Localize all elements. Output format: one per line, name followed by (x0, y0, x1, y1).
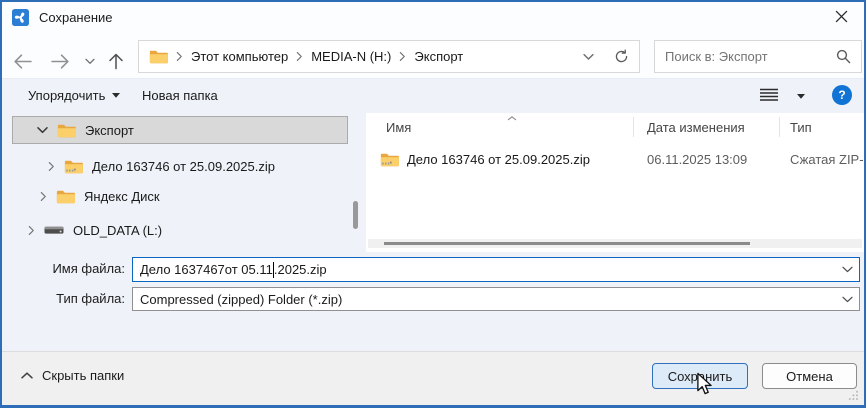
resize-grip-icon[interactable] (848, 390, 859, 401)
breadcrumb-item-drive[interactable]: MEDIA-N (H:) (311, 49, 391, 64)
file-list: Имя Дата изменения Тип Дело 163746 от 25… (366, 113, 864, 252)
filename-input[interactable]: Дело 1637467от 05.11 .2025.zip (132, 257, 860, 282)
column-header-modified[interactable]: Дата изменения (647, 120, 745, 135)
tree-item-label: Дело 163746 от 25.09.2025.zip (92, 159, 275, 174)
new-folder-button[interactable]: Новая папка (136, 79, 224, 111)
hard-drive-icon (44, 224, 64, 236)
folder-icon (57, 123, 76, 138)
back-icon (13, 53, 32, 70)
filename-label: Имя файла: (30, 261, 125, 276)
tree-item-label: Экспорт (85, 123, 134, 138)
back-button[interactable] (10, 51, 34, 71)
forward-button[interactable] (48, 51, 72, 71)
breadcrumb-item-this-pc[interactable]: Этот компьютер (191, 49, 288, 64)
file-type: Сжатая ZIP-папка (790, 152, 866, 167)
chevron-right-icon[interactable] (48, 161, 55, 172)
view-details-icon (760, 88, 778, 102)
save-button[interactable]: Сохранить (652, 363, 748, 389)
save-dialog-window: Сохранение Этот компьютер MEDIA-N (H:) Э… (0, 0, 866, 408)
column-header-name[interactable]: Имя (386, 120, 411, 135)
file-modified-date: 06.11.2025 13:09 (647, 152, 747, 167)
window-title: Сохранение (39, 10, 113, 25)
dialog-footer: Скрыть папки Сохранить Отмена (2, 351, 864, 405)
search-icon (836, 49, 851, 64)
chevron-down-icon (85, 58, 95, 65)
help-icon: ? (838, 88, 845, 102)
close-icon (835, 10, 848, 23)
new-folder-label: Новая папка (142, 88, 218, 103)
filename-text-before-caret: Дело 1637467от 05.11 (140, 262, 273, 277)
organize-label: Упорядочить (28, 88, 105, 103)
view-mode-dropdown-button[interactable] (791, 92, 811, 100)
column-header-type[interactable]: Тип (790, 120, 812, 135)
folder-icon (149, 49, 168, 64)
chevron-right-icon (176, 51, 183, 62)
caret-down-icon (112, 93, 120, 98)
breadcrumb-item-export[interactable]: Экспорт (414, 49, 463, 64)
filetype-select[interactable]: Compressed (zipped) Folder (*.zip) (132, 287, 860, 311)
file-list-scrollbar-thumb[interactable] (384, 242, 750, 245)
filename-text-after-caret: .2025.zip (274, 262, 327, 277)
search-input[interactable]: Поиск в: Экспорт (654, 40, 862, 73)
filetype-label: Тип файла: (30, 291, 125, 306)
forward-icon (51, 53, 70, 70)
tree-scrollbar-thumb[interactable] (353, 201, 358, 229)
address-bar[interactable]: Этот компьютер MEDIA-N (H:) Экспорт (138, 40, 640, 73)
caret-down-icon (797, 94, 805, 99)
hide-folders-chevron-icon (21, 372, 33, 379)
cancel-button[interactable]: Отмена (762, 363, 857, 389)
command-toolbar: Упорядочить Новая папка ? (2, 79, 864, 111)
file-name: Дело 163746 от 25.09.2025.zip (407, 152, 590, 167)
dialog-body: Упорядочить Новая папка ? Экспорт (2, 78, 864, 355)
filetype-dropdown-chevron-icon[interactable] (842, 296, 853, 303)
organize-button[interactable]: Упорядочить (22, 79, 126, 111)
chevron-right-icon[interactable] (28, 225, 35, 236)
app-icon (12, 9, 29, 26)
filename-dropdown-chevron-icon[interactable] (842, 266, 853, 273)
refresh-icon[interactable] (614, 49, 629, 64)
tree-item-export[interactable]: Экспорт (12, 116, 348, 144)
tree-item-label: OLD_DATA (L:) (73, 223, 162, 238)
close-button[interactable] (820, 2, 862, 31)
search-placeholder: Поиск в: Экспорт (665, 49, 768, 64)
navigation-bar: Этот компьютер MEDIA-N (H:) Экспорт Поис… (2, 32, 864, 78)
chevron-expanded-icon[interactable] (37, 126, 48, 134)
zip-folder-icon (380, 152, 399, 167)
chevron-right-icon (399, 51, 406, 62)
tree-item-zip-file[interactable]: Дело 163746 от 25.09.2025.zip (48, 152, 275, 180)
chevron-right-icon (296, 51, 303, 62)
column-separator[interactable] (633, 117, 634, 137)
filetype-value: Compressed (zipped) Folder (*.zip) (140, 292, 342, 307)
tree-item-old-data-drive[interactable]: OLD_DATA (L:) (28, 216, 162, 244)
file-list-header: Имя Дата изменения Тип (366, 113, 864, 141)
hide-folders-label: Скрыть папки (42, 368, 124, 383)
up-icon (108, 52, 124, 70)
address-dropdown-chevron-icon[interactable] (583, 53, 594, 61)
recent-locations-button[interactable] (82, 51, 98, 71)
chevron-right-icon[interactable] (40, 191, 47, 202)
help-button[interactable]: ? (832, 85, 852, 105)
sort-asc-icon (507, 116, 517, 121)
file-list-horizontal-scrollbar[interactable] (368, 239, 862, 248)
title-bar: Сохранение (2, 2, 864, 32)
hide-folders-button[interactable]: Скрыть папки (15, 367, 130, 384)
tree-item-yandex-disk[interactable]: Яндекс Диск (40, 182, 160, 210)
folder-icon (56, 189, 75, 204)
file-list-row[interactable]: Дело 163746 от 25.09.2025.zip 06.11.2025… (380, 147, 866, 171)
tree-item-label: Яндекс Диск (84, 189, 160, 204)
column-separator[interactable] (779, 117, 780, 137)
view-mode-button[interactable] (754, 85, 784, 105)
up-button[interactable] (104, 51, 128, 71)
zip-folder-icon (64, 159, 83, 174)
